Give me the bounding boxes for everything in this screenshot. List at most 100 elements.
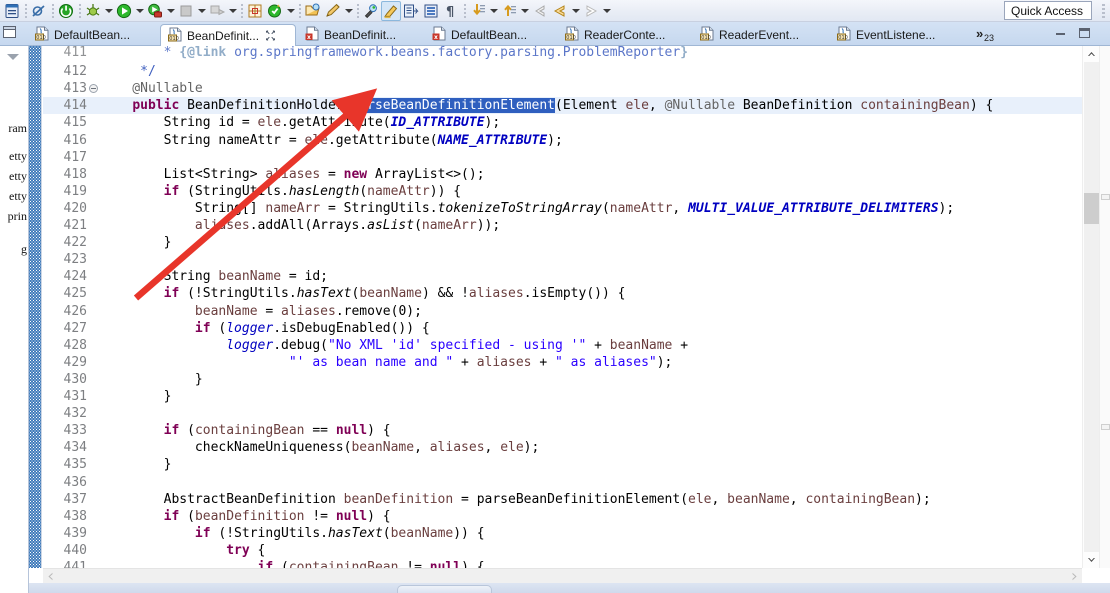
scroll-left-arrow-icon[interactable]: [45, 571, 56, 582]
new-java-class-icon[interactable]: [265, 1, 285, 21]
stop-icon[interactable]: [176, 1, 196, 21]
code-line-421[interactable]: 421 aliases.addAll(Arrays.asList(nameArr…: [43, 217, 1082, 234]
bottom-view-nub[interactable]: [397, 585, 492, 593]
debug-icon[interactable]: [83, 1, 103, 21]
toolbar-separator: [22, 1, 29, 21]
show-whitespace-icon[interactable]: ¶: [441, 1, 461, 21]
code-line-434[interactable]: 434 checkNameUniqueness(beanName, aliase…: [43, 439, 1082, 456]
code-line-437[interactable]: 437 AbstractBeanDefinition beanDefinitio…: [43, 491, 1082, 508]
editor-tab-3[interactable]: x DefaultBean...: [425, 24, 555, 46]
editor-overview-ruler[interactable]: [1099, 46, 1110, 568]
code-line-424[interactable]: 424 String beanName = id;: [43, 268, 1082, 285]
code-line-416[interactable]: 416 String nameAttr = ele.getAttribute(N…: [43, 132, 1082, 149]
back-dropdown-arrow[interactable]: [570, 1, 581, 21]
terminate-resume-icon[interactable]: [56, 1, 76, 21]
editor-vertical-scrollbar[interactable]: [1082, 46, 1099, 568]
code-line-438[interactable]: 438 if (beanDefinition != null) {: [43, 508, 1082, 525]
code-line-430[interactable]: 430 }: [43, 371, 1082, 388]
svg-text:010: 010: [566, 35, 576, 41]
code-line-412[interactable]: 412 */: [43, 63, 1082, 80]
run-last-tool-icon[interactable]: [207, 1, 227, 21]
run-icon[interactable]: [114, 1, 134, 21]
code-line-text: if (logger.isDebugEnabled()) {: [194, 320, 430, 336]
editor-tab-0[interactable]: 010 DefaultBean...: [28, 24, 158, 46]
code-line-414[interactable]: 414 public BeanDefinitionHolder parseBea…: [43, 97, 1082, 115]
collapse-arrow-icon[interactable]: [7, 54, 19, 60]
debug-dropdown-arrow[interactable]: [103, 1, 114, 21]
code-line-429[interactable]: 429 "' as bean name and " + aliases + " …: [43, 354, 1082, 371]
next-annotation-dropdown-arrow[interactable]: [488, 1, 499, 21]
tab-overflow-button[interactable]: » 23: [976, 26, 994, 43]
code-line-431[interactable]: 431 }: [43, 388, 1082, 405]
vertical-scroll-track[interactable]: [1084, 62, 1099, 552]
edit-dropdown-arrow[interactable]: [343, 1, 354, 21]
code-line-433[interactable]: 433 if (containingBean == null) {: [43, 422, 1082, 439]
code-line-422[interactable]: 422 }: [43, 234, 1082, 251]
highlight-icon[interactable]: [381, 0, 401, 21]
new-wizard-icon[interactable]: [2, 1, 22, 21]
editor-horizontal-scrollbar[interactable]: [43, 568, 1082, 583]
open-task-icon[interactable]: [401, 1, 421, 21]
fold-collapse-icon[interactable]: [89, 84, 98, 94]
code-line-440[interactable]: 440 try {: [43, 542, 1082, 559]
external-tools-dropdown-arrow[interactable]: [165, 1, 176, 21]
toggle-block-selection-icon[interactable]: [421, 1, 441, 21]
code-line-427[interactable]: 427 if (logger.isDebugEnabled()) {: [43, 320, 1082, 337]
vertical-scroll-thumb[interactable]: [1084, 193, 1099, 224]
previous-annotation-icon[interactable]: [499, 1, 519, 21]
code-line-418[interactable]: 418 List<String> aliases = new ArrayList…: [43, 166, 1082, 183]
code-line-428[interactable]: 428 logger.debug("No XML 'id' specified …: [43, 337, 1082, 354]
skip-all-breakpoints-icon[interactable]: [29, 1, 49, 21]
previous-annotation-dropdown-arrow[interactable]: [519, 1, 530, 21]
maximize-button[interactable]: [1077, 26, 1092, 40]
search-icon[interactable]: [361, 1, 381, 21]
edit-icon[interactable]: [323, 1, 343, 21]
run-dropdown-arrow[interactable]: [134, 1, 145, 21]
code-line-423[interactable]: 423: [43, 251, 1082, 268]
code-line-413[interactable]: 413 @Nullable: [43, 80, 1082, 97]
scroll-right-arrow-icon[interactable]: [1069, 571, 1080, 582]
code-line-420[interactable]: 420 String[] nameArr = StringUtils.token…: [43, 200, 1082, 217]
last-edit-location-icon[interactable]: [530, 1, 550, 21]
scroll-up-arrow-icon[interactable]: [1086, 49, 1097, 60]
overview-ruler-mark-0[interactable]: [1101, 194, 1110, 200]
code-line-419[interactable]: 419 if (StringUtils.hasLength(nameAttr))…: [43, 183, 1082, 200]
next-annotation-icon[interactable]: [468, 1, 488, 21]
editor-tab-2[interactable]: x BeanDefinit...: [298, 24, 423, 46]
editor-tab-4[interactable]: 010 ReaderConte...: [558, 24, 688, 46]
code-line-441[interactable]: 441 if (containingBean != null) {: [43, 559, 1082, 568]
code-line-435[interactable]: 435 }: [43, 456, 1082, 473]
code-line-415[interactable]: 415 String id = ele.getAttribute(ID_ATTR…: [43, 114, 1082, 131]
code-line-439[interactable]: 439 if (!StringUtils.hasText(beanName)) …: [43, 525, 1082, 542]
toolbar-overflow-handle[interactable]: [1102, 4, 1105, 18]
collapsed-view-hint-2: etty: [9, 169, 27, 183]
code-line-411[interactable]: 411 * {@link org.springframework.beans.f…: [43, 46, 1082, 61]
run-external-tools-icon[interactable]: [145, 1, 165, 21]
overview-ruler-mark-1[interactable]: [1101, 424, 1110, 430]
minimize-button[interactable]: [1053, 26, 1068, 40]
code-line-425[interactable]: 425 if (!StringUtils.hasText(beanName) &…: [43, 285, 1082, 302]
open-type-icon[interactable]: [303, 1, 323, 21]
source-code-area[interactable]: 411 * {@link org.springframework.beans.f…: [43, 46, 1082, 568]
run-last-dropdown-arrow[interactable]: [227, 1, 238, 21]
code-line-417[interactable]: 417: [43, 149, 1082, 166]
stop-dropdown-arrow[interactable]: [196, 1, 207, 21]
view-menu-icon[interactable]: [2, 25, 19, 40]
new-java-package-icon[interactable]: [245, 1, 265, 21]
new-class-dropdown-arrow[interactable]: [285, 1, 296, 21]
collapsed-view-strip[interactable]: ram etty etty etty prin g: [0, 46, 28, 593]
code-line-432[interactable]: 432: [43, 405, 1082, 422]
forward-navigation-icon[interactable]: [581, 1, 601, 21]
editor-marker-bar[interactable]: [29, 46, 42, 568]
editor-tab-1[interactable]: 010 BeanDefinit...: [160, 24, 296, 46]
quick-access-input[interactable]: Quick Access: [1004, 1, 1092, 20]
code-line-426[interactable]: 426 beanName = aliases.remove(0);: [43, 303, 1082, 320]
editor-tab-label: EventListene...: [856, 28, 936, 42]
back-navigation-icon[interactable]: [550, 1, 570, 21]
code-line-436[interactable]: 436: [43, 474, 1082, 491]
editor-tab-5[interactable]: 010 ReaderEvent...: [693, 24, 821, 46]
forward-dropdown-arrow[interactable]: [601, 1, 612, 21]
close-icon[interactable]: [265, 30, 276, 41]
scroll-down-arrow-icon[interactable]: [1086, 554, 1097, 565]
editor-tab-6[interactable]: 010 EventListene...: [830, 24, 962, 46]
